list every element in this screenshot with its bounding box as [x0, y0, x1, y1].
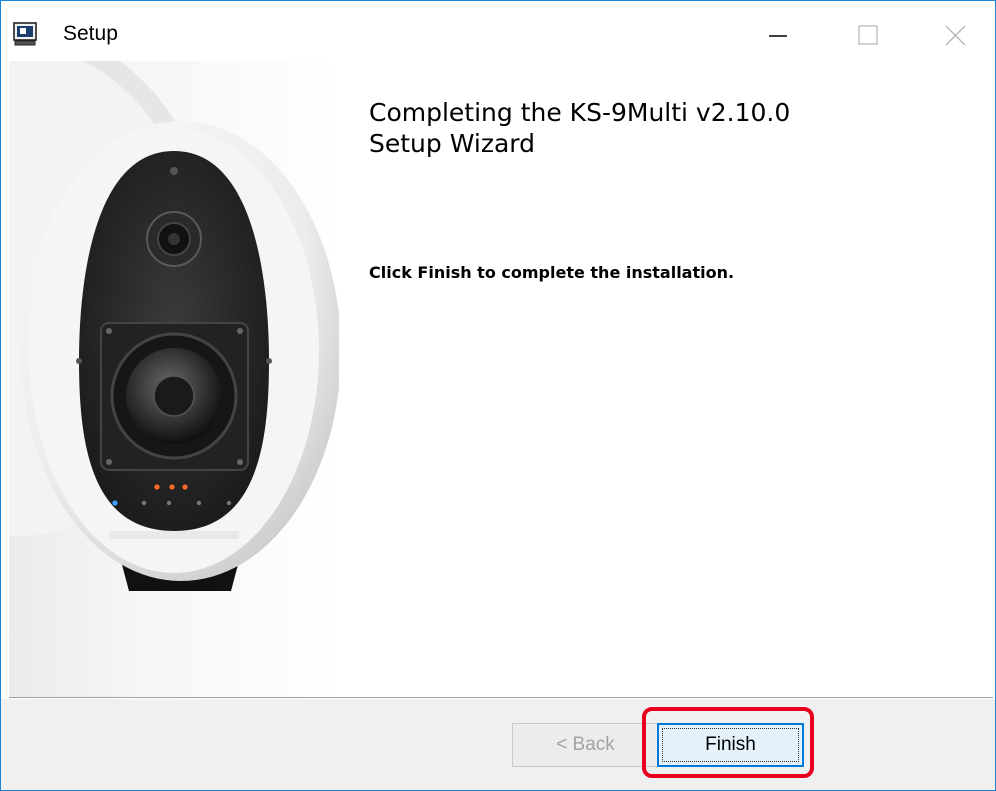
- title-bar[interactable]: Setup: [1, 1, 995, 61]
- completion-message: Click Finish to complete the installatio…: [369, 263, 735, 282]
- back-button[interactable]: < Back: [512, 723, 659, 767]
- setup-window: Setup Completing the KS-9Multi v2.10.0 S…: [0, 0, 996, 791]
- finish-highlight-annotation: [642, 707, 814, 778]
- wizard-heading: Completing the KS-9Multi v2.10.0 Setup W…: [369, 98, 791, 158]
- wizard-content: Completing the KS-9Multi v2.10.0 Setup W…: [339, 61, 989, 697]
- minimize-icon: [769, 35, 787, 37]
- wizard-banner: [9, 61, 339, 697]
- setup-app-icon: [13, 22, 37, 46]
- window-title: Setup: [63, 22, 118, 45]
- maximize-button[interactable]: [837, 1, 899, 61]
- close-button[interactable]: [925, 1, 987, 61]
- maximize-icon: [858, 25, 878, 45]
- wizard-footer: [1, 699, 995, 790]
- minimize-button[interactable]: [747, 1, 809, 61]
- close-icon: [945, 25, 966, 46]
- speaker-product-image: [9, 61, 339, 591]
